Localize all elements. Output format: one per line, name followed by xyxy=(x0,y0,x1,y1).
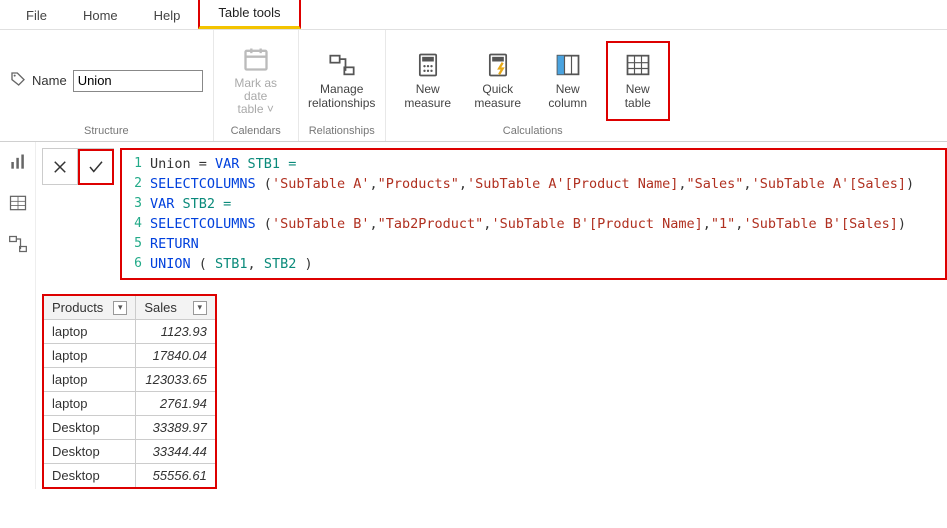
name-label: Name xyxy=(32,73,67,88)
filter-dropdown-icon[interactable]: ▾ xyxy=(193,301,207,315)
mark-as-date-button: Mark as date table ˅ xyxy=(224,41,288,121)
table-row: Desktop33344.44 xyxy=(43,440,216,464)
manage-relationships-button[interactable]: Manage relationships xyxy=(310,41,374,121)
table-row: Desktop33389.97 xyxy=(43,416,216,440)
dax-editor[interactable]: 1Union = VAR STB1 = 2SELECTCOLUMNS ('Sub… xyxy=(120,148,947,280)
result-table: Products▾ Sales▾ laptop1123.93 laptop178… xyxy=(42,294,217,489)
data-view-icon[interactable] xyxy=(8,193,28,216)
new-column-button[interactable]: New column xyxy=(536,41,600,121)
name-input[interactable] xyxy=(73,70,203,92)
commit-formula-button[interactable] xyxy=(78,149,114,185)
table-row: Desktop55556.61 xyxy=(43,464,216,489)
table-row: laptop2761.94 xyxy=(43,392,216,416)
table-row: laptop17840.04 xyxy=(43,344,216,368)
cancel-formula-button[interactable] xyxy=(42,149,78,185)
new-measure-button[interactable]: New measure xyxy=(396,41,460,121)
tab-home[interactable]: Home xyxy=(65,2,136,29)
report-view-icon[interactable] xyxy=(8,152,28,175)
column-header-products[interactable]: Products▾ xyxy=(43,295,136,320)
group-calculations-label: Calculations xyxy=(503,125,563,139)
new-table-button[interactable]: New table xyxy=(606,41,670,121)
model-view-icon[interactable] xyxy=(8,234,28,257)
tag-icon xyxy=(10,71,26,90)
filter-dropdown-icon[interactable]: ▾ xyxy=(113,301,127,315)
table-row: laptop1123.93 xyxy=(43,320,216,344)
table-row: laptop123033.65 xyxy=(43,368,216,392)
quick-measure-button[interactable]: Quick measure xyxy=(466,41,530,121)
tab-help[interactable]: Help xyxy=(136,2,199,29)
group-structure-label: Structure xyxy=(84,125,129,139)
group-calendars-label: Calendars xyxy=(231,125,281,139)
group-relationships-label: Relationships xyxy=(309,125,375,139)
tab-tabletools[interactable]: Table tools xyxy=(198,0,300,29)
tab-file[interactable]: File xyxy=(8,2,65,29)
column-header-sales[interactable]: Sales▾ xyxy=(136,295,216,320)
